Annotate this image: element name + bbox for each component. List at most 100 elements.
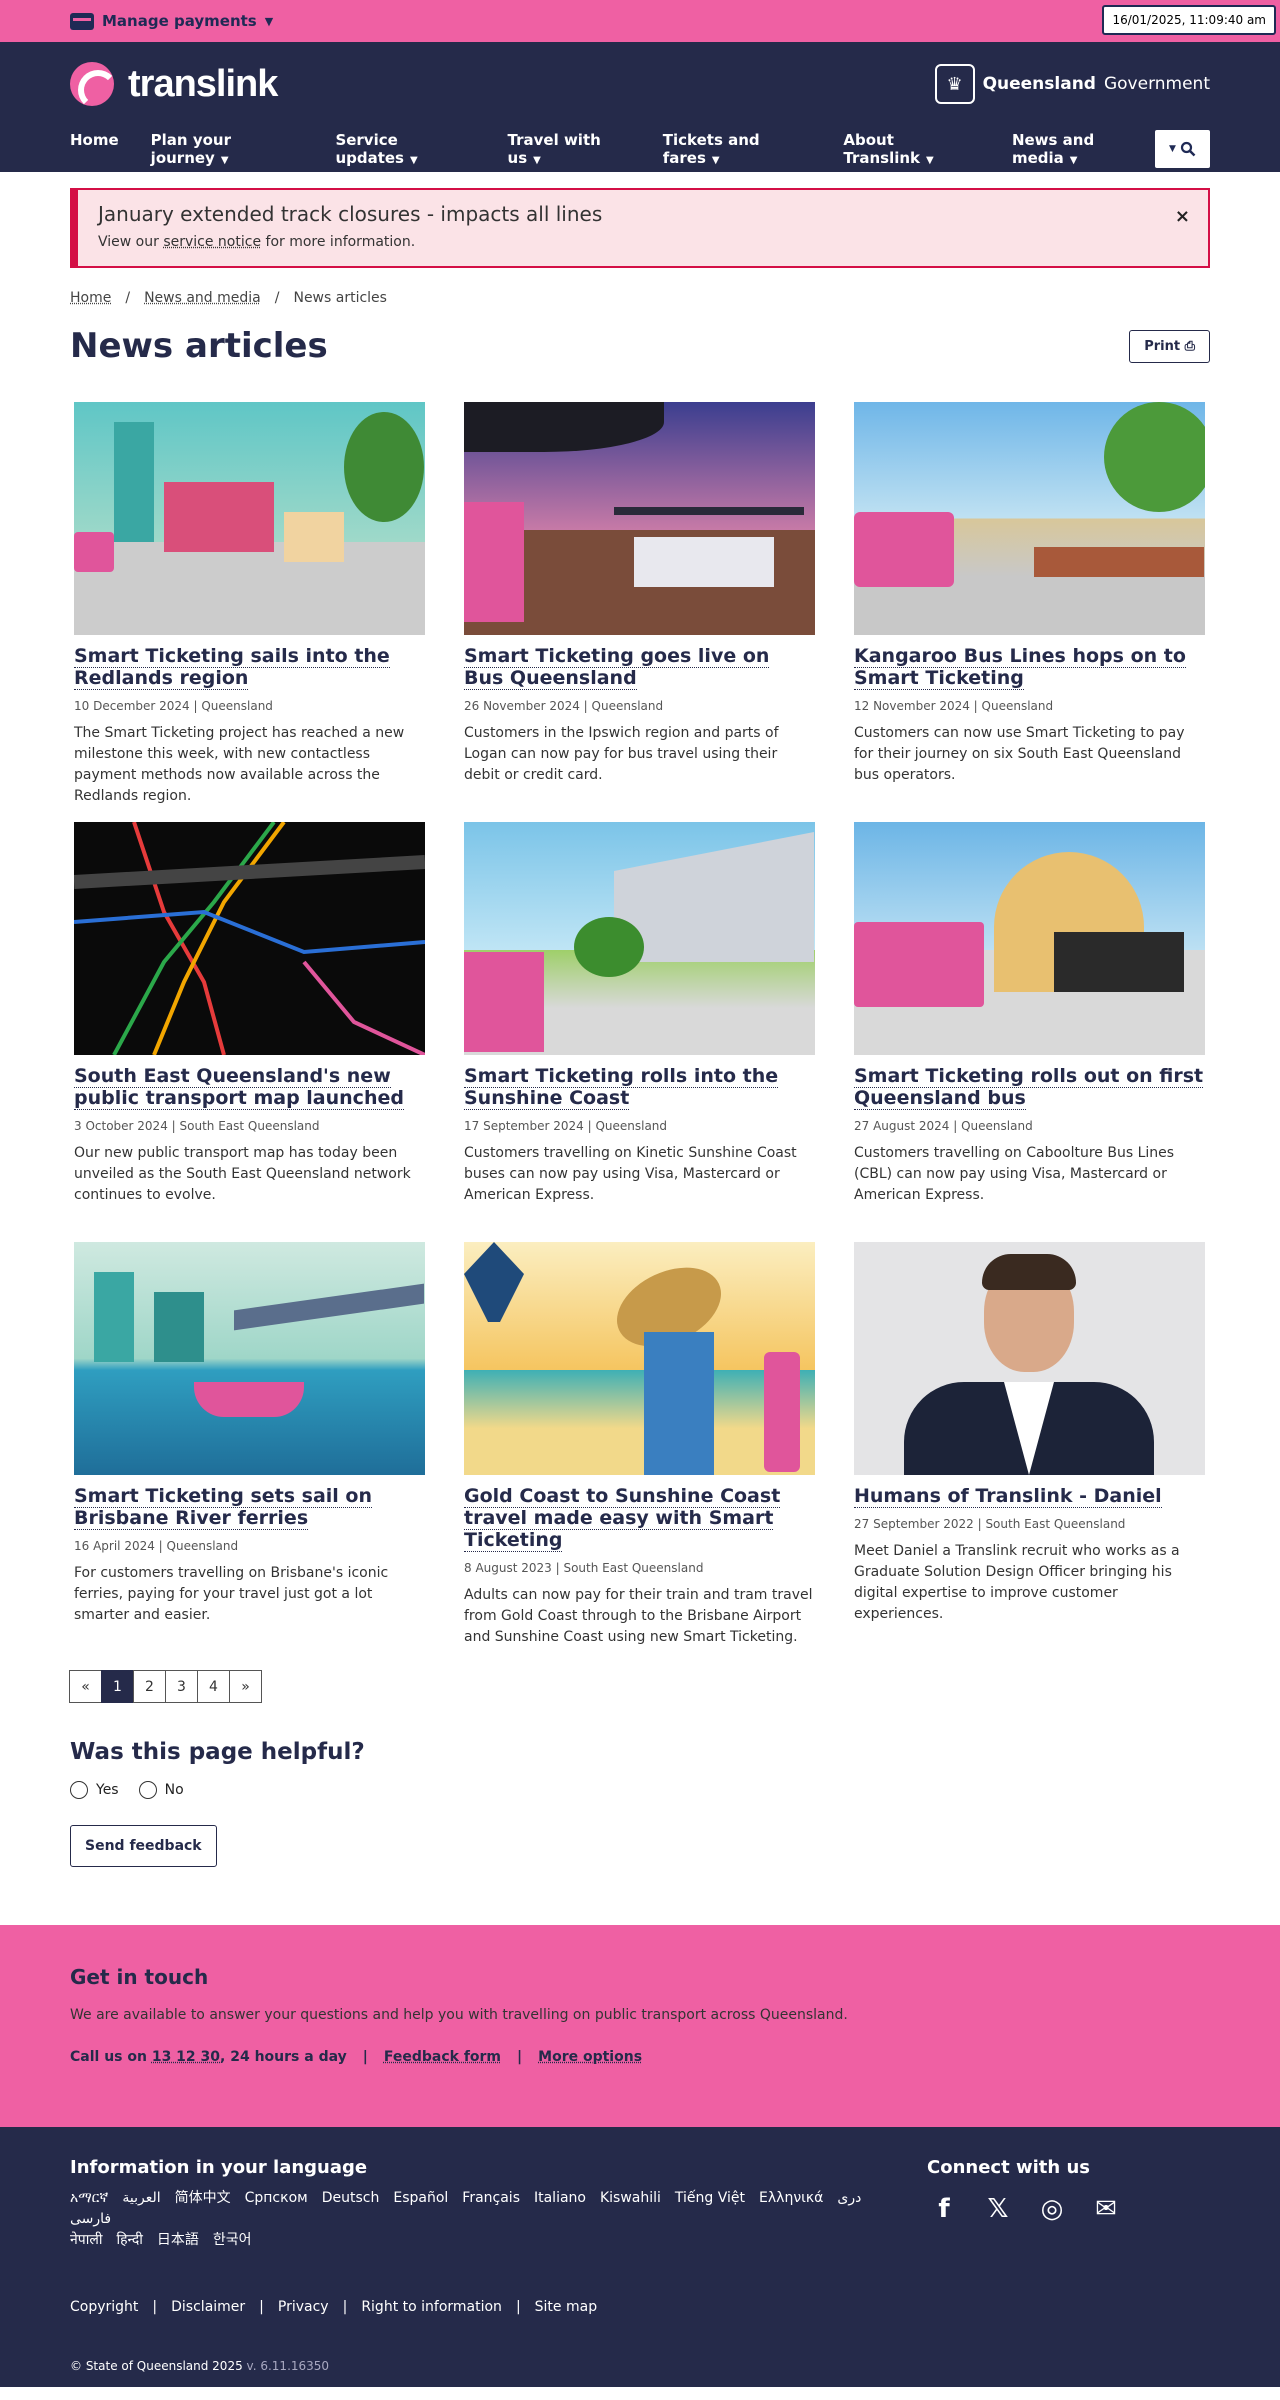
phone-link[interactable]: 13 12 30 bbox=[152, 2049, 220, 2065]
right-to-information-link[interactable]: Right to information bbox=[361, 2299, 502, 2315]
article-meta: 8 August 2023 | South East Queensland bbox=[464, 1561, 704, 1575]
printer-icon: ⎙ bbox=[1184, 338, 1195, 354]
language-link[interactable]: 简体中文 bbox=[175, 2188, 231, 2209]
site-map-link[interactable]: Site map bbox=[535, 2299, 597, 2315]
language-link[interactable]: हिन्दी bbox=[116, 2230, 142, 2251]
article-meta: 26 November 2024 | Queensland bbox=[464, 699, 664, 713]
search-button[interactable]: ▼ bbox=[1154, 130, 1210, 168]
article-meta: 3 October 2024 | South East Queensland bbox=[74, 1119, 320, 1133]
language-link[interactable]: 한국어 bbox=[213, 2230, 252, 2251]
language-link[interactable]: አማርኛ bbox=[70, 2188, 108, 2209]
language-link[interactable]: Deutsch bbox=[322, 2188, 380, 2209]
nav-travel-with-us[interactable]: Travel with us ▼ bbox=[508, 131, 631, 167]
language-link[interactable]: دری bbox=[837, 2188, 861, 2209]
article-meta: 12 November 2024 | Queensland bbox=[854, 699, 1054, 713]
breadcrumb-sep: / bbox=[274, 290, 280, 306]
yes-radio[interactable]: Yes bbox=[70, 1781, 119, 1799]
article-title[interactable]: Smart Ticketing rolls into the Sunshine … bbox=[464, 1065, 779, 1110]
more-options-link[interactable]: More options bbox=[538, 2049, 642, 2065]
article-card[interactable]: South East Queensland's new public trans… bbox=[74, 822, 425, 1208]
article-card[interactable]: Smart Ticketing rolls out on first Queen… bbox=[854, 822, 1205, 1208]
language-link[interactable]: فارسی bbox=[70, 2209, 111, 2230]
chevron-down-icon: ▼ bbox=[533, 155, 541, 166]
call-us-text: Call us on 13 12 30, 24 hours a day bbox=[70, 2049, 347, 2065]
article-meta: 27 September 2022 | South East Queenslan… bbox=[854, 1517, 1126, 1531]
article-card[interactable]: Smart Ticketing sails into the Redlands … bbox=[74, 402, 425, 804]
nav-about[interactable]: About Translink ▼ bbox=[843, 131, 980, 167]
page-4-button[interactable]: 4 bbox=[197, 1670, 230, 1703]
disclaimer-link[interactable]: Disclaimer bbox=[171, 2299, 245, 2315]
article-title[interactable]: Kangaroo Bus Lines hops on to Smart Tick… bbox=[854, 645, 1186, 690]
language-link[interactable]: Español bbox=[393, 2188, 448, 2209]
nav-home[interactable]: Home bbox=[70, 131, 119, 167]
article-card[interactable]: Smart Ticketing goes live on Bus Queensl… bbox=[464, 402, 815, 788]
page-3-button[interactable]: 3 bbox=[165, 1670, 198, 1703]
article-title[interactable]: Humans of Translink - Daniel bbox=[854, 1485, 1162, 1508]
breadcrumb-home[interactable]: Home bbox=[70, 290, 111, 306]
article-title[interactable]: Smart Ticketing goes live on Bus Queensl… bbox=[464, 645, 770, 690]
alert-banner: January extended track closures - impact… bbox=[70, 188, 1210, 268]
helpful-title: Was this page helpful? bbox=[70, 1739, 365, 1765]
yes-label: Yes bbox=[96, 1782, 119, 1798]
instagram-icon[interactable]: ◎ bbox=[1035, 2192, 1069, 2226]
main-nav: Home Plan your journey ▼ Service updates ▼… bbox=[0, 126, 1280, 172]
privacy-link[interactable]: Privacy bbox=[278, 2299, 329, 2315]
article-desc: Customers travelling on Caboolture Bus L… bbox=[854, 1145, 1175, 1203]
language-link[interactable]: Français bbox=[462, 2188, 520, 2209]
nav-tickets-fares[interactable]: Tickets and fares ▼ bbox=[663, 131, 812, 167]
nav-label: Travel with us bbox=[507, 131, 601, 167]
copyright-link[interactable]: Copyright bbox=[70, 2299, 138, 2315]
language-link[interactable]: Italiano bbox=[534, 2188, 586, 2209]
article-card[interactable]: Kangaroo Bus Lines hops on to Smart Tick… bbox=[854, 402, 1205, 788]
page-next-button[interactable]: » bbox=[229, 1670, 262, 1703]
queensland-government-logo[interactable]: ♛ Queensland Government bbox=[934, 64, 1210, 104]
page-1-button[interactable]: 1 bbox=[101, 1670, 134, 1703]
article-image-gold-coast bbox=[464, 1242, 815, 1475]
close-icon[interactable]: × bbox=[1175, 206, 1190, 227]
language-link[interactable]: Kiswahili bbox=[600, 2188, 661, 2209]
feedback-form-link[interactable]: Feedback form bbox=[384, 2049, 501, 2065]
facebook-icon[interactable]: f bbox=[927, 2192, 961, 2226]
version-text: v. 6.11.16350 bbox=[246, 2359, 330, 2373]
translink-logo[interactable]: translink bbox=[70, 62, 278, 106]
language-link[interactable]: 日本語 bbox=[157, 2230, 199, 2251]
site-footer: Information in your language አማርኛ العربية… bbox=[0, 2127, 1280, 2387]
article-title[interactable]: South East Queensland's new public trans… bbox=[74, 1065, 404, 1110]
breadcrumb-news-media[interactable]: News and media bbox=[144, 290, 261, 306]
x-twitter-icon[interactable]: 𝕏 bbox=[981, 2192, 1015, 2226]
send-feedback-button[interactable]: Send feedback bbox=[70, 1825, 217, 1867]
article-card[interactable]: Smart Ticketing sets sail on Brisbane Ri… bbox=[74, 1242, 425, 1628]
article-title[interactable]: Smart Ticketing sails into the Redlands … bbox=[74, 645, 390, 690]
language-link[interactable]: नेपाली bbox=[70, 2230, 102, 2251]
language-link[interactable]: Tiếng Việt bbox=[675, 2188, 745, 2209]
manage-payments-menu[interactable]: Manage payments ▼ bbox=[70, 12, 273, 30]
article-title[interactable]: Smart Ticketing rolls out on first Queen… bbox=[854, 1065, 1204, 1110]
chevron-down-icon: ▼ bbox=[1169, 144, 1176, 154]
page-prev-button[interactable]: « bbox=[69, 1670, 102, 1703]
service-notice-link[interactable]: service notice bbox=[163, 234, 261, 250]
article-desc: For customers travelling on Brisbane's i… bbox=[74, 1565, 389, 1623]
chevron-down-icon: ▼ bbox=[220, 155, 229, 166]
translink-logo-icon bbox=[70, 62, 114, 106]
article-meta: 17 September 2024 | Queensland bbox=[464, 1119, 668, 1133]
language-link[interactable]: Српском bbox=[245, 2188, 308, 2209]
page-2-button[interactable]: 2 bbox=[133, 1670, 166, 1703]
chevron-down-icon: ▼ bbox=[926, 155, 934, 166]
email-icon[interactable]: ✉ bbox=[1089, 2192, 1123, 2226]
nav-news-media[interactable]: News and media ▼ bbox=[1012, 131, 1155, 167]
article-card[interactable]: Gold Coast to Sunshine Coast travel made… bbox=[464, 1242, 815, 1645]
separator: | bbox=[517, 2049, 523, 2065]
language-link[interactable]: العربية bbox=[122, 2188, 160, 2209]
map-lines-graphic bbox=[74, 822, 425, 1055]
print-button[interactable]: Print ⎙ bbox=[1129, 329, 1210, 363]
get-in-touch-text: We are available to answer your question… bbox=[70, 2007, 848, 2023]
copyright-text: © State of Queensland 2025 v. 6.11.16350 bbox=[70, 2359, 1210, 2373]
language-link[interactable]: Ελληνικά bbox=[759, 2188, 823, 2209]
nav-service-updates[interactable]: Service updates ▼ bbox=[335, 131, 475, 167]
nav-plan-journey[interactable]: Plan your journey ▼ bbox=[151, 131, 304, 167]
article-title[interactable]: Gold Coast to Sunshine Coast travel made… bbox=[464, 1485, 781, 1552]
article-card[interactable]: Humans of Translink - Daniel 27 Septembe… bbox=[854, 1242, 1205, 1628]
no-radio[interactable]: No bbox=[138, 1781, 184, 1799]
article-title[interactable]: Smart Ticketing sets sail on Brisbane Ri… bbox=[74, 1485, 373, 1530]
article-card[interactable]: Smart Ticketing rolls into the Sunshine … bbox=[464, 822, 815, 1208]
